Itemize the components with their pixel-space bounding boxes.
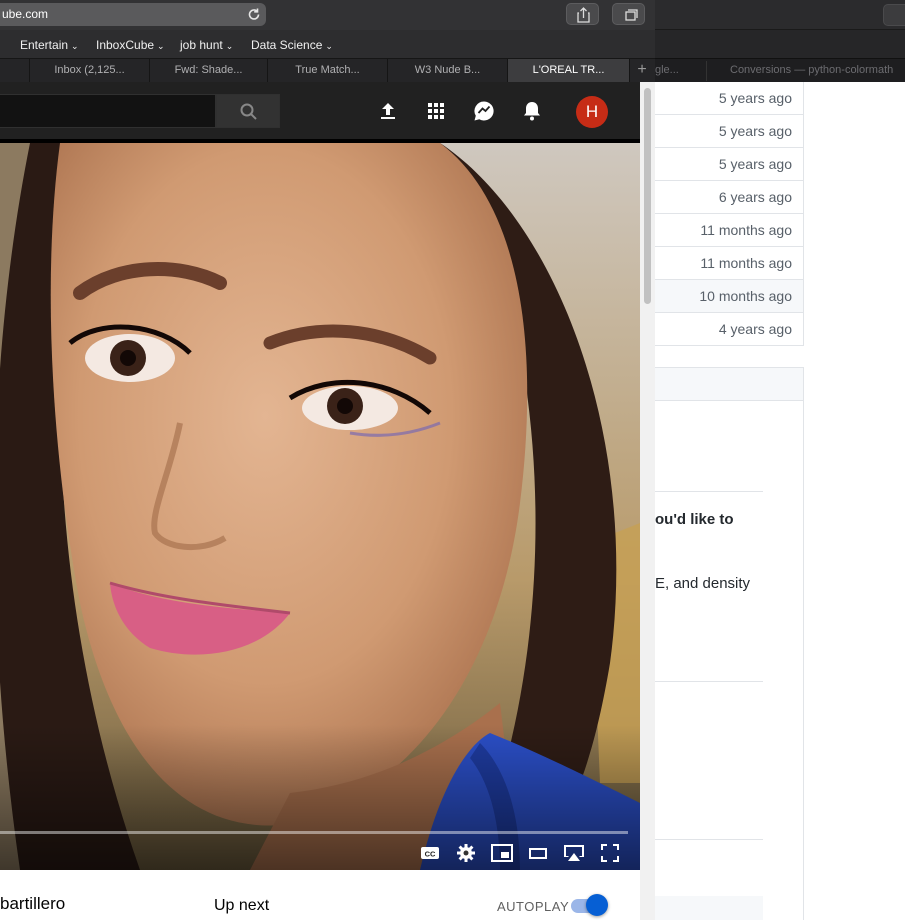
tab-bar: Inbox (2,125... Fwd: Shade... True Match… xyxy=(0,58,655,83)
readme-header xyxy=(655,367,804,401)
closed-captions-icon[interactable]: CC xyxy=(420,843,440,863)
search-button[interactable] xyxy=(216,94,280,128)
commit-age: 4 years ago xyxy=(655,313,804,346)
settings-gear-icon[interactable] xyxy=(456,843,476,863)
airplay-icon[interactable] xyxy=(562,843,586,863)
bookmarks-bar: Entertain ⌄ InboxCube ⌄ job hunt ⌄ Data Sci… xyxy=(0,30,655,58)
svg-text:CC: CC xyxy=(425,850,436,859)
tab-active[interactable]: L'OREAL TR... xyxy=(508,59,630,83)
video-player[interactable] xyxy=(0,143,640,870)
youtube-header xyxy=(0,82,640,139)
bookmark-folder-inboxcube[interactable]: InboxCube ⌄ xyxy=(96,38,165,52)
below-video-area: bartillero Up next AUTOPLAY xyxy=(0,870,640,920)
fullscreen-icon[interactable] xyxy=(600,843,620,863)
commit-age-list: 5 years ago 5 years ago 5 years ago 6 ye… xyxy=(655,82,804,346)
background-tab[interactable]: Conversions — python-colormath xyxy=(730,64,893,76)
tab[interactable] xyxy=(0,59,30,83)
avatar[interactable]: H xyxy=(576,96,608,128)
commit-age: 5 years ago xyxy=(655,148,804,181)
background-share-button[interactable] xyxy=(883,4,905,26)
new-tab-button[interactable]: + xyxy=(632,59,652,83)
background-window: gle... Conversions — python-colormath 5 … xyxy=(655,0,905,920)
tabs-icon xyxy=(625,9,638,21)
tab[interactable]: True Match... xyxy=(268,59,388,83)
background-tab-bar: gle... Conversions — python-colormath xyxy=(655,58,905,82)
chevron-down-icon: ⌄ xyxy=(157,41,165,51)
chevron-down-icon: ⌄ xyxy=(225,41,234,51)
background-bookmarks-bar xyxy=(655,30,905,58)
url-text: ube.com xyxy=(2,7,49,21)
search-input[interactable] xyxy=(0,94,216,128)
tab[interactable]: W3 Nude B... xyxy=(388,59,508,83)
video-frame-image xyxy=(0,143,640,870)
tab-overview-button[interactable] xyxy=(612,3,645,25)
autoplay-toggle-knob[interactable] xyxy=(586,894,608,916)
bookmark-folder-entertain[interactable]: Entertain ⌄ xyxy=(20,38,79,52)
search-icon xyxy=(240,103,257,120)
up-next-heading: Up next xyxy=(214,897,270,914)
readme-bold-text: ou'd like to xyxy=(655,511,734,528)
browser-window: ube.com Entertain ⌄ InboxCube ⌄ job hunt ⌄ … xyxy=(0,0,655,920)
page-scrollbar[interactable] xyxy=(640,82,655,920)
bookmark-folder-data-science[interactable]: Data Science ⌄ xyxy=(251,38,333,52)
reload-icon[interactable] xyxy=(246,3,262,26)
bell-icon[interactable] xyxy=(519,98,545,124)
apps-grid-icon[interactable] xyxy=(423,98,449,124)
chevron-down-icon: ⌄ xyxy=(325,41,333,51)
commit-age: 5 years ago xyxy=(655,82,804,115)
background-titlebar xyxy=(655,0,905,30)
commit-age: 11 months ago xyxy=(655,214,804,247)
scrollbar-thumb[interactable] xyxy=(644,88,651,304)
miniplayer-icon[interactable] xyxy=(491,843,513,863)
tab[interactable]: Inbox (2,125... xyxy=(30,59,150,83)
commit-age: 10 months ago xyxy=(655,280,804,313)
commit-age: 5 years ago xyxy=(655,115,804,148)
messages-icon[interactable] xyxy=(471,98,497,124)
channel-name[interactable]: bartillero xyxy=(0,894,65,914)
address-bar[interactable]: ube.com xyxy=(0,3,266,26)
video-progress-bar[interactable] xyxy=(0,831,628,834)
chevron-down-icon: ⌄ xyxy=(71,41,79,51)
share-icon xyxy=(577,7,590,23)
commit-age: 6 years ago xyxy=(655,181,804,214)
share-button[interactable] xyxy=(566,3,599,25)
titlebar: ube.com xyxy=(0,0,655,30)
background-tab[interactable]: gle... xyxy=(655,64,679,76)
readme-footer xyxy=(655,896,763,920)
theater-mode-icon[interactable] xyxy=(528,843,548,863)
readme-panel xyxy=(655,401,804,920)
bookmark-folder-job-hunt[interactable]: job hunt ⌄ xyxy=(180,38,233,52)
tab[interactable]: Fwd: Shade... xyxy=(150,59,268,83)
readme-body-text: E, and density xyxy=(655,575,751,592)
autoplay-label: AUTOPLAY xyxy=(497,899,570,914)
upload-icon[interactable] xyxy=(375,98,401,124)
commit-age: 11 months ago xyxy=(655,247,804,280)
